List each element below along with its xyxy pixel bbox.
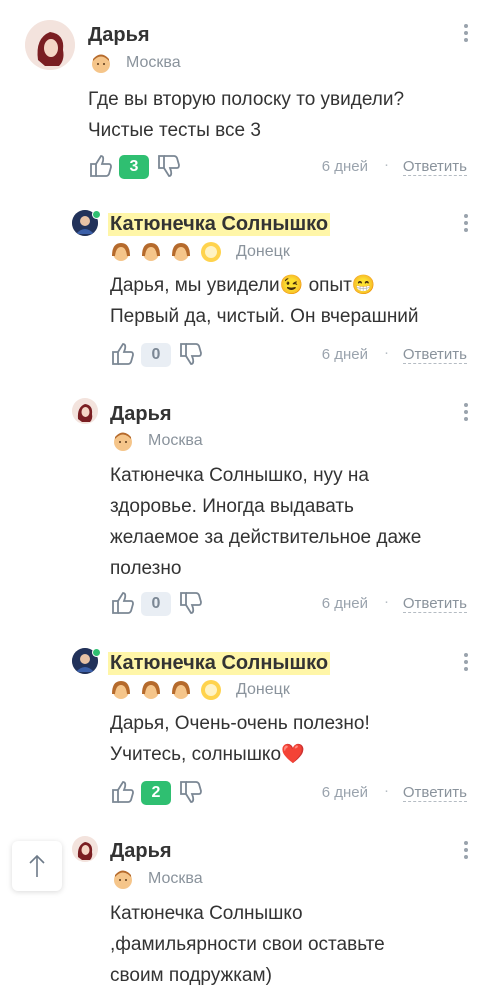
author-name[interactable]: Дарья	[88, 24, 150, 47]
more-menu-icon[interactable]	[463, 24, 469, 45]
likes-count: 3	[119, 155, 149, 179]
comment-text-line: Дарья, мы увидели😉 опыт😁	[110, 275, 376, 296]
comment-text-line: Катюнечка Солнышко, нуу на	[110, 465, 369, 486]
avatar[interactable]	[25, 20, 75, 70]
reply-button[interactable]: Ответить	[402, 346, 467, 364]
thumbs-up-icon[interactable]	[110, 590, 136, 616]
avatar[interactable]	[72, 398, 98, 424]
thumbs-down-icon[interactable]	[178, 590, 204, 616]
girl-icon	[170, 679, 192, 701]
comment-text: Дарья, мы увидели😉 опыт😁 Первый да, чист…	[110, 270, 419, 332]
comment-text-line: своим подружкам)	[110, 965, 272, 986]
comment-text-line: Дарья, Очень-очень полезно!	[110, 713, 370, 734]
thumbs-up-icon[interactable]	[88, 153, 114, 179]
author-badges: Донецк	[110, 241, 290, 263]
comment-text-line: Чистые тесты все 3	[88, 120, 261, 141]
comment-text-line: желаемое за действительное даже	[110, 527, 422, 548]
thumbs-down-icon[interactable]	[156, 153, 182, 179]
author-city: Донецк	[236, 681, 290, 698]
comment-text-line: Где вы вторую полоску то увидели?	[88, 89, 405, 110]
arrow-up-icon	[29, 854, 45, 877]
comment-time: 6 дней	[321, 784, 368, 801]
comment-text-line: Катюнечка Солнышко	[110, 903, 303, 924]
comment-text-line: ,фамильярности свои оставьте	[110, 934, 385, 955]
comment-time: 6 дней	[321, 158, 368, 175]
reply-button[interactable]: Ответить	[402, 158, 467, 176]
girl-icon	[140, 679, 162, 701]
thumbs-up-icon[interactable]	[110, 779, 136, 805]
baby-icon	[200, 679, 222, 701]
online-indicator	[92, 210, 101, 219]
comment-text: Катюнечка Солнышко, нуу на здоровье. Ино…	[110, 460, 421, 584]
girl-icon	[170, 241, 192, 263]
reply-button[interactable]: Ответить	[402, 595, 467, 613]
boy-icon	[90, 52, 112, 74]
comment: Катюнечка Солнышко Донецк Дарья, мы увид…	[0, 200, 491, 390]
more-menu-icon[interactable]	[463, 653, 469, 674]
comment-text: Где вы вторую полоску то увидели? Чистые…	[88, 84, 404, 146]
separator-dot: ·	[384, 344, 389, 361]
scroll-to-top-button[interactable]	[12, 841, 62, 891]
reply-button[interactable]: Ответить	[402, 784, 467, 802]
comment-actions: 0 6 дней · Ответить	[0, 590, 491, 620]
comment: Катюнечка Солнышко Донецк Дарья, Очень-о…	[0, 640, 491, 830]
more-menu-icon[interactable]	[463, 403, 469, 424]
author-city: Донецк	[236, 243, 290, 260]
boy-icon	[112, 430, 134, 452]
avatar-image	[72, 836, 98, 862]
avatar-image	[72, 398, 98, 424]
baby-icon	[200, 241, 222, 263]
comment-actions: 0 6 дней · Ответить	[0, 341, 491, 371]
online-indicator	[92, 648, 101, 657]
comment-text-line: Первый да, чистый. Он вчерашний	[110, 306, 419, 327]
thumbs-down-icon[interactable]	[178, 341, 204, 367]
comment-text-line: Учитесь, солнышко❤️	[110, 744, 305, 765]
comment-text-line: полезно	[110, 558, 182, 579]
thumbs-down-icon[interactable]	[178, 779, 204, 805]
separator-dot: ·	[384, 593, 389, 610]
separator-dot: ·	[384, 156, 389, 173]
author-badges: Москва	[90, 52, 181, 74]
girl-icon	[110, 679, 132, 701]
comment-time: 6 дней	[321, 595, 368, 612]
likes-count: 0	[141, 592, 171, 616]
more-menu-icon[interactable]	[463, 214, 469, 235]
avatar[interactable]	[72, 836, 98, 862]
boy-icon	[112, 868, 134, 890]
author-badges: Донецк	[110, 679, 290, 701]
author-name[interactable]: Дарья	[110, 403, 172, 426]
author-city: Москва	[148, 432, 203, 449]
comment-text-line: здоровье. Иногда выдавать	[110, 496, 354, 517]
author-name[interactable]: Катюнечка Солнышко	[108, 213, 331, 236]
avatar-image	[25, 20, 75, 70]
author-city: Москва	[126, 54, 181, 71]
more-menu-icon[interactable]	[463, 841, 469, 862]
thumbs-up-icon[interactable]	[110, 341, 136, 367]
comment-actions: 3 6 дней · Ответить	[0, 153, 491, 183]
comment: Дарья Москва Катюнечка Солнышко, нуу на …	[0, 390, 491, 640]
author-name[interactable]: Дарья	[110, 840, 172, 863]
comment: Дарья Москва Где вы вторую полоску то ув…	[0, 0, 491, 200]
comment-text: Дарья, Очень-очень полезно! Учитесь, сол…	[110, 708, 370, 770]
author-city: Москва	[148, 870, 203, 887]
likes-count: 0	[141, 343, 171, 367]
separator-dot: ·	[384, 782, 389, 799]
comment-actions: 2 6 дней · Ответить	[0, 779, 491, 809]
author-badges: Москва	[112, 430, 203, 452]
girl-icon	[140, 241, 162, 263]
comment-text: Катюнечка Солнышко ,фамильярности свои о…	[110, 898, 385, 991]
author-name[interactable]: Катюнечка Солнышко	[108, 652, 331, 675]
girl-icon	[110, 241, 132, 263]
comment-time: 6 дней	[321, 346, 368, 363]
likes-count: 2	[141, 781, 171, 805]
comment: Дарья Москва Катюнечка Солнышко ,фамилья…	[0, 830, 491, 1000]
author-badges: Москва	[112, 868, 203, 890]
